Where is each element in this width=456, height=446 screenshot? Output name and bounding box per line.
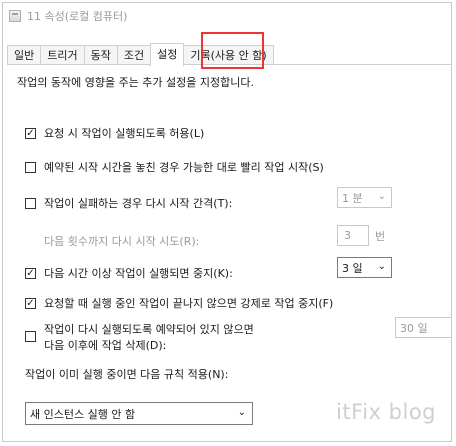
- restart-on-failure-row: 작업이 실패하는 경우 다시 시작 간격(T):: [25, 195, 232, 211]
- tab-triggers[interactable]: 트리거: [40, 45, 85, 65]
- delete-label-line1: 작업이 다시 실행되도록 예약되어 있지 않으면: [44, 323, 254, 336]
- delete-if-not-scheduled-row: [25, 331, 44, 342]
- tab-settings[interactable]: 설정: [150, 43, 185, 66]
- tab-history[interactable]: 기록(사용 안 함): [183, 45, 274, 65]
- restart-interval-value: 1 분: [342, 191, 363, 205]
- delete-if-not-scheduled-label: 작업이 다시 실행되도록 예약되어 있지 않으면 다음 이후에 작업 삭제(D)…: [44, 322, 254, 354]
- properties-window: 11 속성(로컬 컴퓨터) 일반 트리거 동작 조건 설정 기록(사용 안 함)…: [2, 2, 452, 442]
- stop-duration-value: 3 일: [342, 261, 363, 275]
- run-after-missed-row: 예약된 시작 시간을 놓친 경우 가능한 대로 빨리 작업 시작(S): [25, 159, 324, 175]
- delete-delay-dropdown[interactable]: 30 일: [395, 317, 451, 338]
- chevron-down-icon: ⌄: [237, 407, 246, 418]
- tab-strip: 일반 트리거 동작 조건 설정 기록(사용 안 함): [7, 43, 274, 66]
- rule-label-row: 작업이 이미 실행 중이면 다음 규칙 적용(N):: [25, 366, 228, 382]
- stop-duration-dropdown[interactable]: 3 일 ⌄: [337, 257, 392, 278]
- rule-dropdown-value: 새 인스턴스 실행 안 함: [30, 407, 136, 421]
- title-bar: 11 속성(로컬 컴퓨터): [3, 3, 451, 29]
- restart-attempts-value: 3: [344, 229, 351, 242]
- restart-attempts-unit: 번: [375, 230, 386, 243]
- rule-label: 작업이 이미 실행 중이면 다음 규칙 적용(N):: [25, 368, 229, 381]
- restart-attempts-row: 다음 횟수까지 다시 시작 시도(R):: [44, 233, 199, 249]
- rule-dropdown[interactable]: 새 인스턴스 실행 안 함 ⌄: [25, 402, 253, 425]
- restart-on-failure-label: 작업이 실패하는 경우 다시 시작 간격(T):: [44, 197, 233, 210]
- settings-panel: 작업의 동작에 영향을 주는 추가 설정을 지정합니다. ✓ 요청 시 작업이 …: [7, 64, 451, 442]
- force-stop-row: ✓ 요청할 때 실행 중인 작업이 끝나지 않으면 강제로 작업 중지(F): [25, 295, 333, 311]
- allow-on-demand-row: ✓ 요청 시 작업이 실행되도록 허용(L): [25, 125, 204, 141]
- delete-delay-value: 30 일: [400, 321, 428, 335]
- force-stop-label: 요청할 때 실행 중인 작업이 끝나지 않으면 강제로 작업 중지(F): [44, 297, 334, 310]
- watermark-text: itFix blog: [336, 400, 436, 424]
- restart-interval-dropdown[interactable]: 1 분 ⌄: [337, 187, 392, 208]
- run-after-missed-checkbox[interactable]: [25, 161, 36, 173]
- chevron-down-icon: ⌄: [377, 261, 386, 272]
- restart-on-failure-checkbox[interactable]: [25, 197, 36, 209]
- window-title: 11 속성(로컬 컴퓨터): [27, 10, 128, 23]
- restart-attempts-label: 다음 횟수까지 다시 시작 시도(R):: [44, 235, 200, 248]
- stop-if-runs-longer-label: 다음 시간 이상 작업이 실행되면 중지(K):: [44, 267, 233, 280]
- stop-if-runs-longer-checkbox[interactable]: ✓: [25, 267, 36, 279]
- settings-description: 작업의 동작에 영향을 주는 추가 설정을 지정합니다.: [17, 76, 254, 89]
- tab-conditions[interactable]: 조건: [116, 45, 152, 65]
- delete-if-not-scheduled-checkbox[interactable]: [25, 331, 36, 342]
- stop-if-runs-longer-row: ✓ 다음 시간 이상 작업이 실행되면 중지(K):: [25, 265, 233, 281]
- restart-attempts-input[interactable]: 3: [337, 225, 369, 246]
- delete-label-line2: 다음 이후에 작업 삭제(D):: [44, 339, 167, 352]
- allow-on-demand-label: 요청 시 작업이 실행되도록 허용(L): [44, 127, 205, 140]
- allow-on-demand-checkbox[interactable]: ✓: [25, 127, 36, 139]
- tab-general[interactable]: 일반: [7, 45, 42, 65]
- run-after-missed-label: 예약된 시작 시간을 놓친 경우 가능한 대로 빨리 작업 시작(S): [44, 161, 324, 174]
- chevron-down-icon: ⌄: [377, 191, 386, 202]
- force-stop-checkbox[interactable]: ✓: [25, 297, 36, 309]
- task-scheduler-icon: [9, 10, 21, 22]
- tab-actions[interactable]: 동작: [83, 45, 118, 65]
